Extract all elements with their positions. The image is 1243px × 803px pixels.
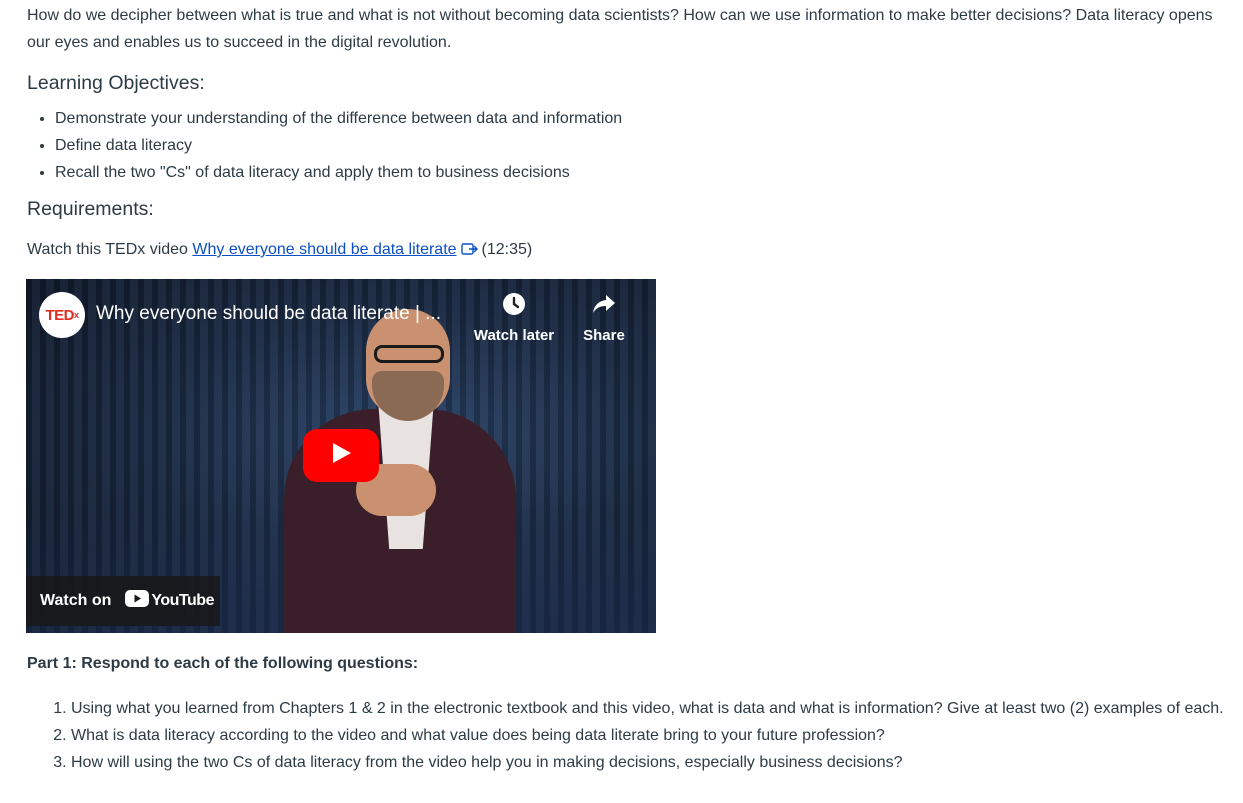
intro-paragraph: How do we decipher between what is true … <box>27 7 1213 51</box>
watch-instructions: Watch this TEDx video Why everyone shoul… <box>27 239 532 263</box>
question-item: What is data literacy according to the v… <box>71 722 1227 749</box>
play-button[interactable] <box>303 429 379 482</box>
question-item: Using what you learned from Chapters 1 &… <box>71 695 1227 722</box>
youtube-logo: YouTube <box>125 590 214 612</box>
video-duration: (12:35) <box>481 241 533 258</box>
tedx-badge-suffix: x <box>73 310 79 320</box>
youtube-wordmark: YouTube <box>151 592 214 609</box>
objective-item: Recall the two "Cs" of data literacy and… <box>55 159 622 186</box>
share-button[interactable]: Share <box>559 291 649 344</box>
youtube-embed[interactable]: TED x Why everyone should be data literat… <box>26 279 656 633</box>
video-title[interactable]: Why everyone should be data literate | .… <box>96 303 441 325</box>
share-arrow-icon <box>591 292 617 320</box>
objectives-list: Demonstrate your understanding of the di… <box>27 105 622 186</box>
watch-later-button[interactable]: Watch later <box>469 291 559 344</box>
objective-item: Demonstrate your understanding of the di… <box>55 105 622 132</box>
page-content: How do we decipher between what is true … <box>0 0 1243 803</box>
speaker-glasses <box>374 345 444 363</box>
clock-icon <box>501 291 527 321</box>
learning-objectives-heading: Learning Objectives: <box>27 72 205 94</box>
requirements-heading: Requirements: <box>27 198 154 220</box>
video-link[interactable]: Why everyone should be data literate <box>192 241 456 258</box>
play-icon <box>329 441 353 470</box>
watch-later-label: Watch later <box>473 327 555 344</box>
external-link-icon <box>460 241 479 263</box>
questions-list: Using what you learned from Chapters 1 &… <box>27 695 1227 776</box>
tedx-channel-avatar[interactable]: TED x <box>39 292 85 338</box>
share-label: Share <box>583 327 625 344</box>
watch-on-label: Watch on <box>40 592 112 609</box>
question-item: How will using the two Cs of data litera… <box>71 749 1227 776</box>
watch-on-youtube-button[interactable]: Watch on YouTube <box>26 576 220 626</box>
objective-item: Define data literacy <box>55 132 622 159</box>
watch-prefix: Watch this TEDx video <box>27 241 193 258</box>
youtube-play-icon <box>125 590 150 612</box>
tedx-badge-text: TED <box>45 306 74 324</box>
part1-heading: Part 1: Respond to each of the following… <box>27 655 419 672</box>
